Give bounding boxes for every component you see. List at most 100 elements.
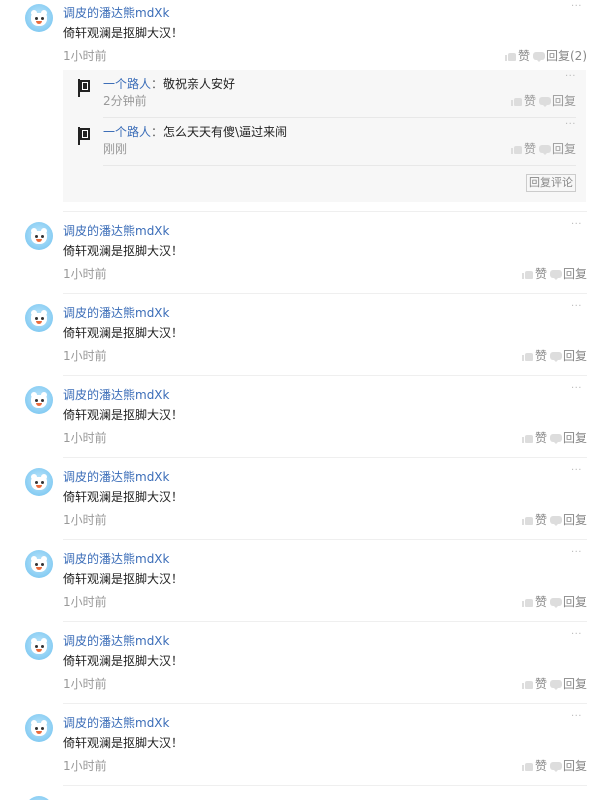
like-button[interactable]: 赞 [521, 348, 547, 364]
divider [103, 165, 576, 166]
comment-username[interactable]: 调皮的潘达熊mdXk [63, 5, 169, 21]
like-button[interactable]: 赞 [510, 93, 536, 109]
divider [63, 293, 587, 294]
more-dots-icon[interactable]: ··· [565, 120, 576, 130]
reply-text: 敬祝亲人安好 [163, 77, 236, 91]
reply-label: 回复(2) [546, 49, 587, 63]
thumbs-up-icon [504, 50, 517, 62]
avatar[interactable] [25, 4, 53, 32]
comment-time: 1小时前 [63, 267, 107, 281]
like-button[interactable]: 赞 [521, 758, 547, 774]
comment-username[interactable]: 调皮的潘达熊mdXk [63, 551, 169, 567]
more-dots-icon[interactable]: ··· [571, 384, 582, 394]
comment-item: 调皮的潘达熊mdXk ··· 倚轩观澜是抠脚大汉！ 1小时前 赞 回复 [0, 628, 604, 710]
comment-text: 倚轩观澜是抠脚大汉！ [63, 408, 184, 422]
more-dots-icon[interactable]: ··· [565, 72, 576, 82]
flag-avatar[interactable] [76, 127, 92, 149]
comment-actions: 赞 回复 [521, 430, 587, 446]
speech-bubble-icon [549, 432, 562, 444]
reply-button[interactable]: 回复 [549, 266, 587, 282]
reply-line: 一个路人：敬祝亲人安好 [103, 76, 235, 92]
thumbs-up-icon [521, 678, 534, 690]
flag-avatar[interactable] [76, 79, 92, 101]
more-dots-icon[interactable]: ··· [571, 712, 582, 722]
reply-button[interactable]: 回复 [549, 430, 587, 446]
avatar[interactable] [25, 550, 53, 578]
more-dots-icon[interactable]: ··· [571, 302, 582, 312]
comment-username[interactable]: 调皮的潘达熊mdXk [63, 387, 169, 403]
like-label: 赞 [523, 142, 536, 156]
comment-username[interactable]: 调皮的潘达熊mdXk [63, 223, 169, 239]
comment-username[interactable]: 调皮的潘达熊mdXk [63, 633, 169, 649]
reply-actions: 赞 回复 [510, 141, 576, 157]
speech-bubble-icon [538, 143, 551, 155]
avatar[interactable] [25, 714, 53, 742]
reply-actions: 赞 回复 [510, 93, 576, 109]
comment-time: 1小时前 [63, 759, 107, 773]
reply-button[interactable]: 回复 [549, 758, 587, 774]
more-dots-icon[interactable]: ··· [571, 2, 582, 12]
avatar[interactable] [25, 796, 53, 800]
like-label: 赞 [534, 595, 547, 609]
reply-username[interactable]: 一个路人 [103, 77, 151, 91]
comment-item: 调皮的潘达熊mdXk ··· 倚轩观澜是抠脚大汉！ 1小时前 赞 回复 [0, 218, 604, 300]
divider [63, 375, 587, 376]
speech-bubble-icon [533, 50, 545, 62]
avatar[interactable] [25, 304, 53, 332]
like-button[interactable]: 赞 [521, 594, 547, 610]
reply-button[interactable]: 回复 [538, 93, 576, 109]
avatar[interactable] [25, 386, 53, 414]
comment-text: 倚轩观澜是抠脚大汉！ [63, 490, 184, 504]
reply-button[interactable]: 回复 [538, 141, 576, 157]
comment-username[interactable]: 调皮的潘达熊mdXk [63, 469, 169, 485]
thumbs-up-icon [510, 143, 523, 155]
comment-actions: 赞 回复 [521, 512, 587, 528]
like-button[interactable]: 赞 [521, 430, 547, 446]
like-button[interactable]: 赞 [521, 266, 547, 282]
reply-comment-button[interactable]: 回复评论 [526, 174, 576, 192]
comment-item: 调皮的潘达熊mdXk ··· 倚轩观澜是抠脚大汉！ 1小时前 赞 回复(2) 一… [0, 0, 604, 212]
reply-separator: ： [151, 77, 164, 91]
divider [63, 457, 587, 458]
thumbs-up-icon [521, 350, 534, 362]
comment-feed: 调皮的潘达熊mdXk ··· 倚轩观澜是抠脚大汉！ 1小时前 赞 回复(2) 一… [0, 0, 604, 800]
reply-label: 回复 [562, 677, 587, 691]
more-dots-icon[interactable]: ··· [571, 466, 582, 476]
like-button[interactable]: 赞 [521, 512, 547, 528]
avatar[interactable] [25, 468, 53, 496]
reply-separator: ： [151, 125, 164, 139]
speech-bubble-icon [549, 760, 562, 772]
avatar[interactable] [25, 222, 53, 250]
more-dots-icon[interactable]: ··· [571, 630, 582, 640]
like-button[interactable]: 赞 [504, 48, 530, 64]
comment-actions: 赞 回复(2) [504, 48, 587, 64]
reply-username[interactable]: 一个路人 [103, 125, 151, 139]
comment-text: 倚轩观澜是抠脚大汉！ [63, 572, 184, 586]
reply-button[interactable]: 回复 [549, 348, 587, 364]
reply-button[interactable]: 回复 [549, 512, 587, 528]
speech-bubble-icon [549, 514, 562, 526]
comment-time: 1小时前 [63, 677, 107, 691]
like-label: 赞 [534, 431, 547, 445]
like-button[interactable]: 赞 [521, 676, 547, 692]
thumbs-up-icon [521, 268, 534, 280]
comment-item: 调皮的潘达熊mdXk ··· 倚轩观澜是抠脚大汉！ 1小时前 赞 回复 [0, 300, 604, 382]
reply-time: 刚刚 [103, 142, 128, 156]
divider [63, 621, 587, 622]
reply-button[interactable]: 回复(2) [533, 48, 587, 64]
comment-username[interactable]: 调皮的潘达熊mdXk [63, 305, 169, 321]
thumbs-up-icon [521, 596, 534, 608]
reply-label: 回复 [562, 349, 587, 363]
comment-username[interactable]: 调皮的潘达熊mdXk [63, 715, 169, 731]
divider [63, 211, 587, 212]
more-dots-icon[interactable]: ··· [571, 548, 582, 558]
reply-button[interactable]: 回复 [549, 676, 587, 692]
like-button[interactable]: 赞 [510, 141, 536, 157]
reply-item: 一个路人：敬祝亲人安好 ··· 2分钟前 赞 回复 [63, 70, 586, 118]
more-dots-icon[interactable]: ··· [571, 220, 582, 230]
like-label: 赞 [523, 94, 536, 108]
avatar[interactable] [25, 632, 53, 660]
reply-label: 回复 [562, 759, 587, 773]
reply-button[interactable]: 回复 [549, 594, 587, 610]
comment-item: 调皮的潘达熊mdXk ··· 倚轩观澜是抠脚大汉！ 1小时前 赞 回复 [0, 464, 604, 546]
